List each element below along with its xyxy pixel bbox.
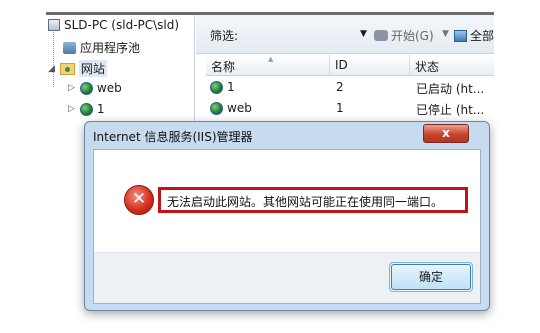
show-all-label: 全部 [470,29,495,43]
ok-button[interactable]: 确定 [391,264,471,290]
app-pool-icon [63,41,76,54]
error-message-highlight: 无法启动此网站。其他网站可能正在使用同一端口。 [158,187,468,213]
server-icon [48,19,60,31]
dialog-body: ✕ 无法启动此网站。其他网站可能正在使用同一端口。 确定 [93,149,481,304]
error-message: 无法启动此网站。其他网站可能正在使用同一端口。 [167,195,444,209]
start-dropdown-arrow-icon[interactable]: ▼ [442,29,449,39]
filter-toolbar: 筛选: ▼ 开始(G) ▼ 全部 [196,15,494,54]
connections-tree: SLD-PC (sld-PC\sld) 应用程序池 ◢ 网站 ▷ web ▷ 1 [46,15,195,133]
binoculars-icon [374,30,388,41]
tree-node-sites[interactable]: ◢ 网站 [48,60,107,77]
column-header-id[interactable]: ID [330,55,410,75]
tree-node-server-label: SLD-PC (sld-PC\sld) [64,18,180,32]
tree-line [53,27,54,87]
show-all-button[interactable]: 全部 [454,27,494,44]
filter-label: 筛选: [210,29,239,43]
show-all-icon [454,29,467,42]
filter-dropdown-arrow-icon[interactable]: ▼ [360,29,367,39]
globe-icon [210,80,223,94]
globe-icon [79,102,93,116]
tree-node-app-pools-label: 应用程序池 [80,41,141,55]
error-icon: ✕ [124,185,154,215]
column-header-status[interactable]: 状态 [410,55,494,75]
row-id-cell: 1 [336,101,344,115]
sites-folder-icon [59,62,75,75]
close-button[interactable]: x [423,124,469,143]
tree-node-app-pools[interactable]: 应用程序池 [63,39,140,56]
column-header-name[interactable]: 名称 [206,55,330,75]
row-name-cell: web [210,101,252,115]
row-status-cell: 已停止 (ht... [416,103,485,117]
tree-node-site-1-label: 1 [96,102,105,116]
table-row[interactable]: 1 2 已启动 (ht... [206,77,494,97]
table-row[interactable]: web 1 已停止 (ht... [206,98,494,118]
error-dialog: Internet 信息服务(IIS)管理器 x ✕ 无法启动此网站。其他网站可能… [84,121,490,311]
row-id-cell: 2 [336,80,344,94]
sites-grid-header: ▲ 名称 ID 状态 [206,55,494,76]
start-button-label: 开始(G) [391,29,434,43]
expand-arrow-icon[interactable]: ▷ [68,104,75,114]
dialog-title: Internet 信息服务(IIS)管理器 [93,130,253,144]
dialog-footer: 确定 [94,252,480,303]
expand-arrow-icon[interactable]: ▷ [68,83,75,93]
tree-node-site-web[interactable]: ▷ web [68,81,122,95]
tree-node-site-1[interactable]: ▷ 1 [68,102,105,116]
row-status-cell: 已启动 (ht... [416,82,485,96]
tree-node-server[interactable]: SLD-PC (sld-PC\sld) [48,18,179,32]
start-button[interactable]: 开始(G) [374,27,434,44]
row-name-cell: 1 [210,80,235,94]
collapse-arrow-icon[interactable]: ◢ [48,64,55,74]
globe-icon [79,81,93,95]
globe-icon [210,101,223,115]
tree-node-site-web-label: web [96,81,122,95]
tree-node-sites-label: 网站 [78,60,107,77]
